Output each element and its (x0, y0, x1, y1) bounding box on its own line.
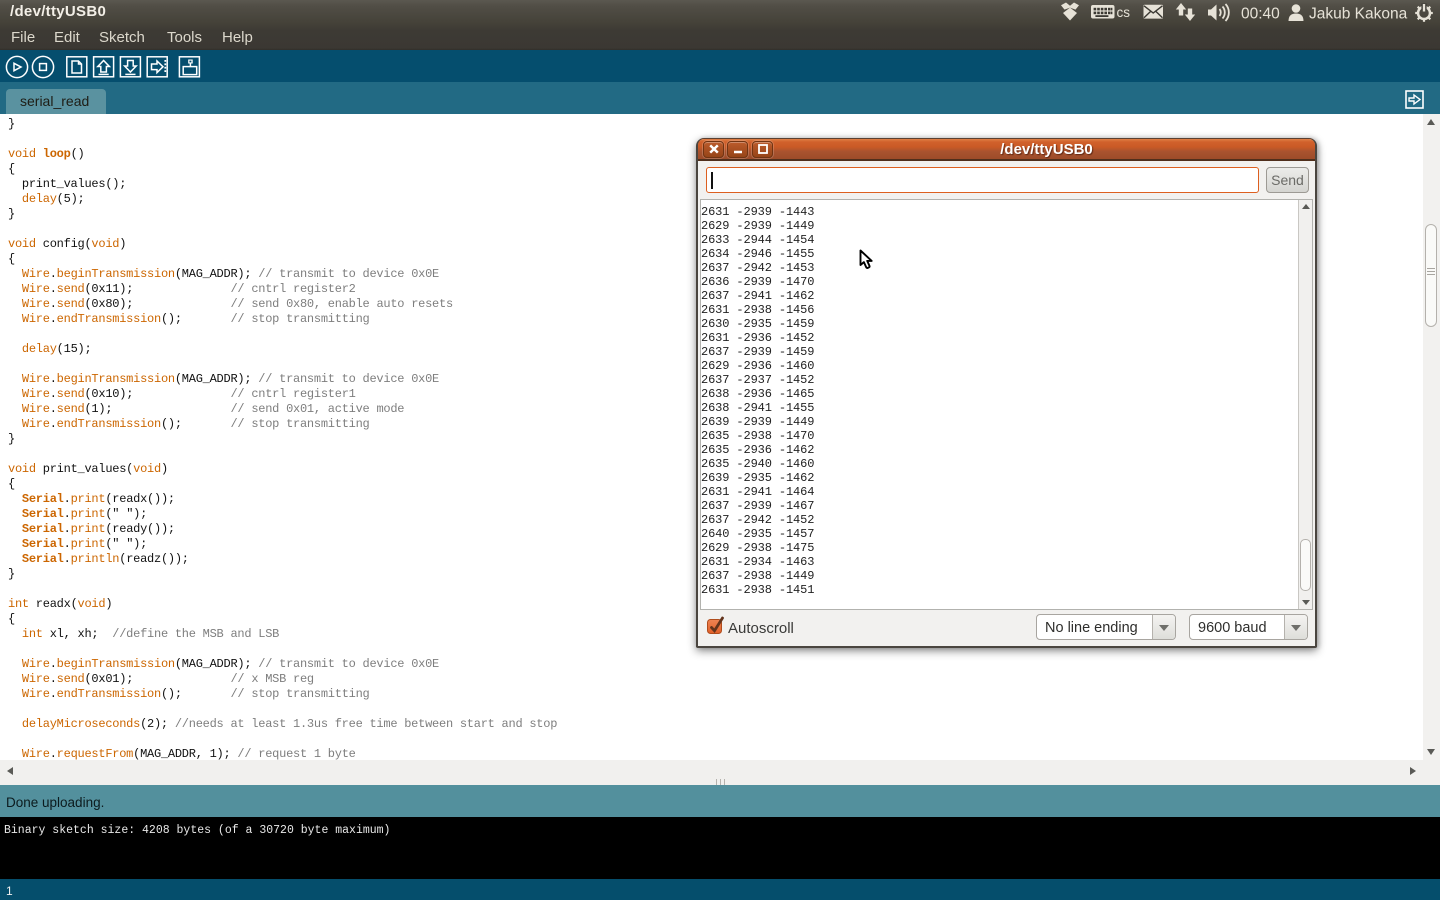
svg-text:cs: cs (1117, 5, 1131, 20)
svg-text:Jakub Kakona: Jakub Kakona (1309, 6, 1408, 23)
svg-text:00:40: 00:40 (1241, 6, 1280, 23)
